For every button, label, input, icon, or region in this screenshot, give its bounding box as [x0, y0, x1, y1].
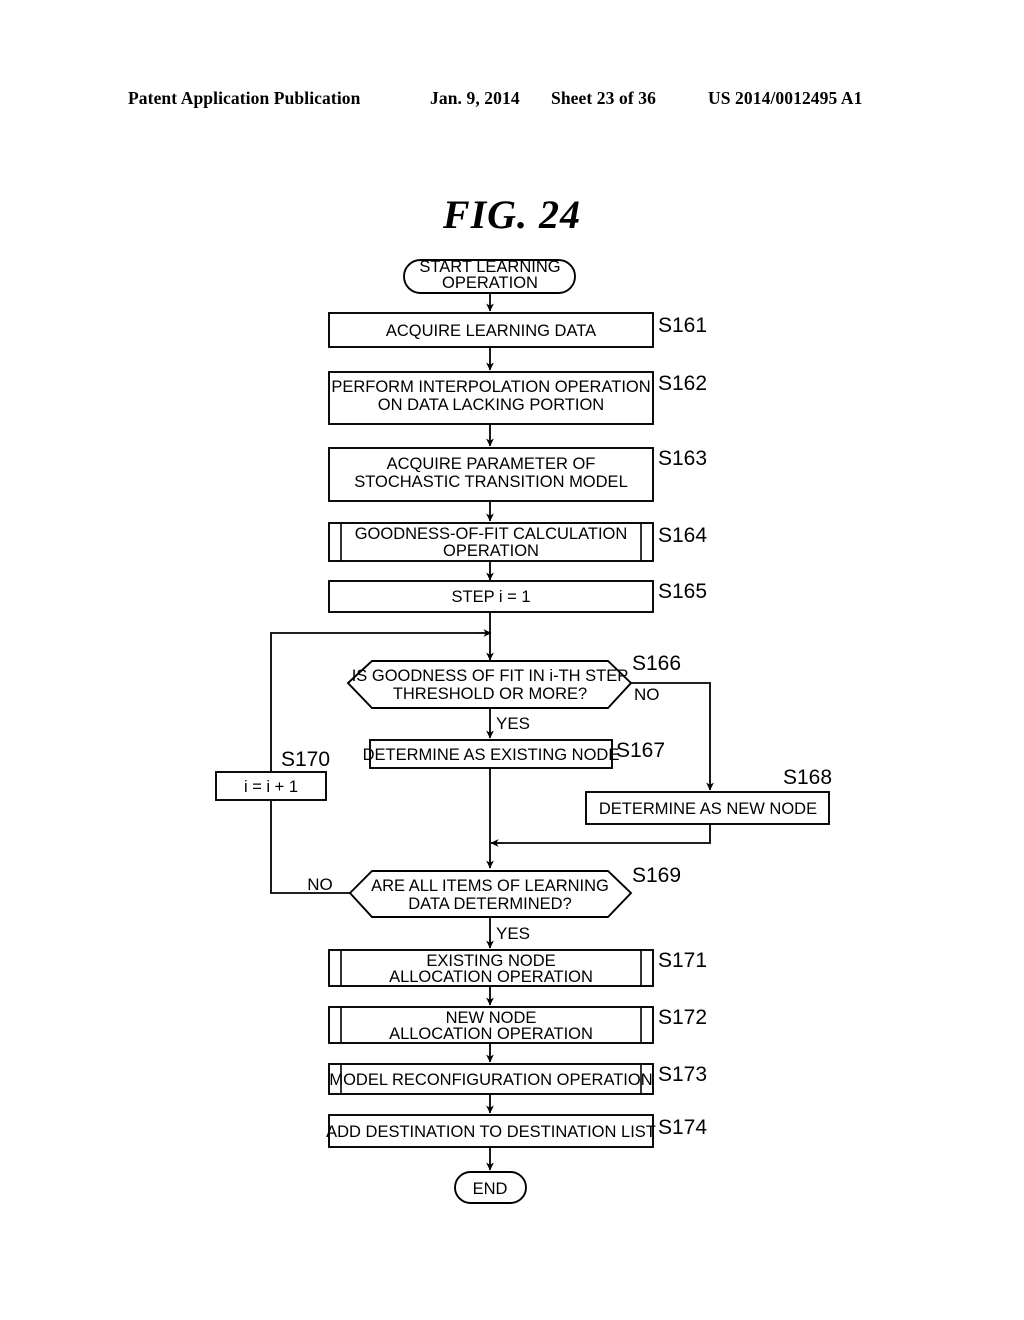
node-s162: PERFORM INTERPOLATION OPERATION ON DATA … — [328, 371, 707, 425]
s171-step-label: S171 — [658, 949, 707, 972]
connector-s168-to-merge — [503, 824, 711, 844]
s172-step-label: S172 — [658, 1006, 707, 1029]
s169-label-line2: DATA DETERMINED? — [408, 895, 572, 913]
node-s174: ADD DESTINATION TO DESTINATION LIST S174 — [326, 1114, 707, 1148]
s174-label-line1: ADD DESTINATION TO DESTINATION LIST — [326, 1123, 656, 1141]
s163-label-line2: STOCHASTIC TRANSITION MODEL — [354, 473, 628, 491]
s166-label-line1: IS GOODNESS OF FIT IN i-TH STEP — [352, 667, 629, 685]
s161-label-line1: ACQUIRE LEARNING DATA — [386, 322, 596, 340]
s167-label-line1: DETERMINE AS EXISTING NODE — [363, 746, 620, 764]
s161-step-label: S161 — [658, 314, 707, 337]
s170-label-line1: i = i + 1 — [244, 778, 298, 796]
s166-step-label: S166 — [632, 652, 681, 675]
node-s161: ACQUIRE LEARNING DATA S161 — [328, 312, 707, 348]
node-s163: ACQUIRE PARAMETER OF STOCHASTIC TRANSITI… — [328, 447, 707, 502]
s168-step-label: S168 — [783, 766, 832, 789]
s164-step-label: S164 — [658, 524, 707, 547]
s172-label-line2: ALLOCATION OPERATION — [389, 1025, 593, 1043]
s168-label-line1: DETERMINE AS NEW NODE — [599, 800, 817, 818]
node-s168: DETERMINE AS NEW NODE S168 — [585, 766, 832, 825]
s170-step-label: S170 — [281, 748, 330, 771]
s169-branch-yes-label: YES — [496, 924, 530, 943]
s169-label-line1: ARE ALL ITEMS OF LEARNING — [371, 877, 609, 895]
s166-label-line2: THRESHOLD OR MORE? — [393, 685, 587, 703]
patent-page: Patent Application Publication Jan. 9, 2… — [0, 0, 1024, 1320]
s162-label-line1: PERFORM INTERPOLATION OPERATION — [331, 378, 650, 396]
node-s166: IS GOODNESS OF FIT IN i-TH STEP THRESHOL… — [346, 652, 681, 733]
node-s172: NEW NODE ALLOCATION OPERATION S172 — [328, 1006, 707, 1044]
node-start: START LEARNING OPERATION — [403, 258, 576, 294]
node-s165: STEP i = 1 S165 — [328, 580, 707, 613]
node-s173: MODEL RECONFIGURATION OPERATION S173 — [328, 1063, 707, 1095]
s165-label-line1: STEP i = 1 — [451, 588, 530, 606]
s173-label-line1: MODEL RECONFIGURATION OPERATION — [329, 1071, 652, 1089]
start-label-line2: OPERATION — [442, 274, 538, 292]
node-s169: ARE ALL ITEMS OF LEARNING DATA DETERMINE… — [307, 864, 681, 943]
s169-branch-no-label: NO — [307, 875, 333, 894]
node-s171: EXISTING NODE ALLOCATION OPERATION S171 — [328, 949, 707, 987]
s169-step-label: S169 — [632, 864, 681, 887]
s163-label-line1: ACQUIRE PARAMETER OF — [387, 455, 596, 473]
flowchart-diagram: START LEARNING OPERATION ACQUIRE LEARNIN… — [215, 258, 832, 1204]
s162-label-line2: ON DATA LACKING PORTION — [378, 396, 604, 414]
s163-step-label: S163 — [658, 447, 707, 470]
s164-label-line2: OPERATION — [443, 542, 539, 560]
s166-branch-yes-label: YES — [496, 714, 530, 733]
node-s164: GOODNESS-OF-FIT CALCULATION OPERATION S1… — [328, 522, 707, 562]
s174-step-label: S174 — [658, 1116, 707, 1139]
s166-branch-no-label: NO — [634, 685, 660, 704]
node-end: END — [454, 1171, 527, 1204]
node-s167: DETERMINE AS EXISTING NODE S167 — [363, 739, 665, 769]
s162-step-label: S162 — [658, 372, 707, 395]
s164-label-line1: GOODNESS-OF-FIT CALCULATION — [355, 525, 628, 543]
s173-step-label: S173 — [658, 1063, 707, 1086]
end-label: END — [473, 1180, 508, 1198]
s167-step-label: S167 — [616, 739, 665, 762]
s171-label-line2: ALLOCATION OPERATION — [389, 968, 593, 986]
node-s170: i = i + 1 S170 — [215, 748, 330, 801]
s165-step-label: S165 — [658, 580, 707, 603]
